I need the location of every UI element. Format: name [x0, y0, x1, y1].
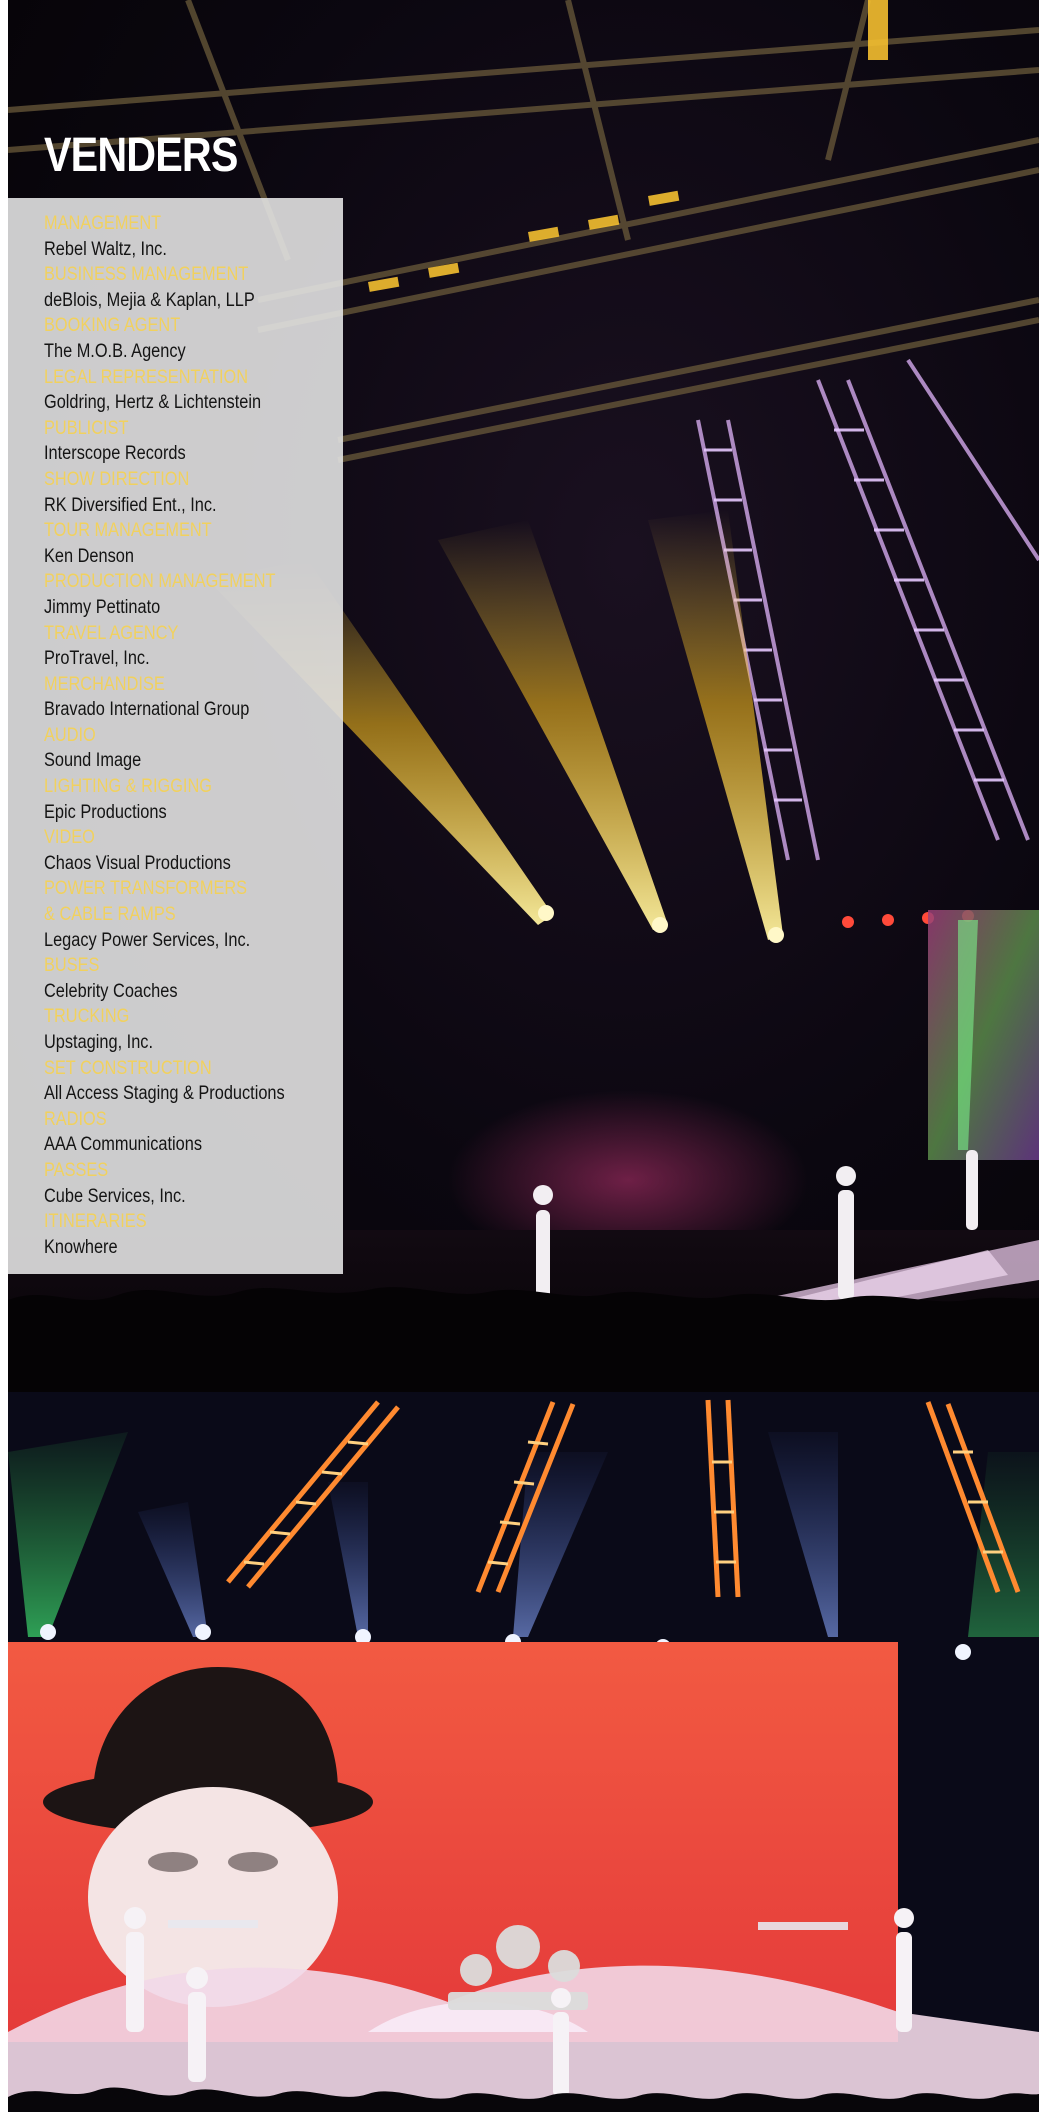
vendor-role-continued: & CABLE RAMPS [44, 904, 176, 926]
vendor-name: The M.O.B. Agency [44, 340, 186, 362]
page-title: VENDERS [44, 129, 238, 182]
vendor-role: MERCHANDISE [44, 673, 165, 695]
vendor-role: SET CONSTRUCTION [44, 1057, 212, 1079]
vendor-name: Rebel Waltz, Inc. [44, 238, 167, 260]
vendor-item: TRUCKING Upstaging, Inc. [44, 1004, 324, 1055]
vendor-role: MANAGEMENT [44, 213, 162, 234]
vendor-item: BUSINESS MANAGEMENT deBlois, Mejia & Kapl… [44, 262, 324, 313]
vendor-name: Celebrity Coaches [44, 980, 178, 1002]
vendor-item: VIDEO Chaos Visual Productions [44, 825, 324, 876]
vendor-item: PASSES Cube Services, Inc. [44, 1158, 324, 1209]
vendor-role: RADIOS [44, 1108, 107, 1130]
vendor-name: Chaos Visual Productions [44, 852, 231, 874]
vendor-item: MERCHANDISE Bravado International Group [44, 672, 324, 723]
vendor-item: PRODUCTION MANAGEMENT Jimmy Pettinato [44, 569, 324, 620]
vendor-role: TRAVEL AGENCY [44, 622, 179, 644]
vendor-role: TOUR MANAGEMENT [44, 520, 212, 542]
vendor-role: VIDEO [44, 827, 95, 849]
vendor-item: BOOKING AGENT The M.O.B. Agency [44, 313, 324, 364]
vendor-name: RK Diversified Ent., Inc. [44, 494, 217, 516]
vendor-role: ITINERARIES [44, 1211, 147, 1233]
vendor-name: Bravado International Group [44, 699, 250, 721]
vendor-name: Epic Productions [44, 801, 167, 823]
vendor-item: POWER TRANSFORMERS & CABLE RAMPS Legacy Po… [44, 876, 324, 953]
vendor-name: Jimmy Pettinato [44, 596, 161, 618]
vendor-item: ITINERARIES Knowhere [44, 1209, 324, 1260]
vendors-panel: MANAGEMENT Rebel Waltz, Inc. BUSINESS MANA… [8, 198, 343, 1274]
vendor-item: BUSES Celebrity Coaches [44, 953, 324, 1004]
vendor-name: ProTravel, Inc. [44, 648, 150, 670]
vendor-item: TRAVEL AGENCY ProTravel, Inc. [44, 621, 324, 672]
vendor-role: AUDIO [44, 724, 96, 746]
vendor-name: Sound Image [44, 750, 142, 772]
vendor-name: Ken Denson [44, 545, 134, 567]
vendor-name: Legacy Power Services, Inc. [44, 929, 251, 951]
vendor-item: MANAGEMENT Rebel Waltz, Inc. [44, 211, 324, 262]
vendor-name: AAA Communications [44, 1134, 203, 1156]
vendor-role: PASSES [44, 1159, 109, 1181]
concert-photo-bottom [8, 1392, 1039, 2112]
vendor-name: Cube Services, Inc. [44, 1185, 186, 1207]
vendor-role: BUSINESS MANAGEMENT [44, 264, 249, 286]
vendor-item: SHOW DIRECTION RK Diversified Ent., Inc. [44, 467, 324, 518]
vendor-item: LEGAL REPRESENTATION Goldring, Hertz & Li… [44, 365, 324, 416]
vendor-name: All Access Staging & Productions [44, 1083, 285, 1105]
vendor-role: LEGAL REPRESENTATION [44, 366, 248, 388]
vendor-name: Upstaging, Inc. [44, 1032, 154, 1053]
vendor-name: Interscope Records [44, 443, 186, 465]
vendor-role: PUBLICIST [44, 417, 129, 439]
vendor-role: BOOKING AGENT [44, 315, 181, 337]
vendor-item: RADIOS AAA Communications [44, 1107, 324, 1158]
vendor-list: MANAGEMENT Rebel Waltz, Inc. BUSINESS MANA… [44, 211, 324, 1260]
vendor-item: LIGHTING & RIGGING Epic Productions [44, 774, 324, 825]
vendor-name: Goldring, Hertz & Lichtenstein [44, 392, 262, 414]
vendor-item: PUBLICIST Interscope Records [44, 416, 324, 467]
vendor-role: POWER TRANSFORMERS [44, 878, 248, 900]
vendor-role: PRODUCTION MANAGEMENT [44, 571, 276, 593]
vendor-item: AUDIO Sound Image [44, 723, 324, 774]
vendor-role: SHOW DIRECTION [44, 468, 190, 490]
vendor-role: LIGHTING & RIGGING [44, 776, 212, 798]
vendor-name: Knowhere [44, 1236, 118, 1258]
vendor-role: BUSES [44, 955, 100, 977]
stage-screen-illustration [8, 1399, 1039, 2112]
vendor-item: SET CONSTRUCTION All Access Staging & Pro… [44, 1056, 324, 1107]
vendor-item: TOUR MANAGEMENT Ken Denson [44, 518, 324, 569]
vendor-role: TRUCKING [44, 1006, 130, 1028]
vendor-name: deBlois, Mejia & Kaplan, LLP [44, 289, 255, 311]
